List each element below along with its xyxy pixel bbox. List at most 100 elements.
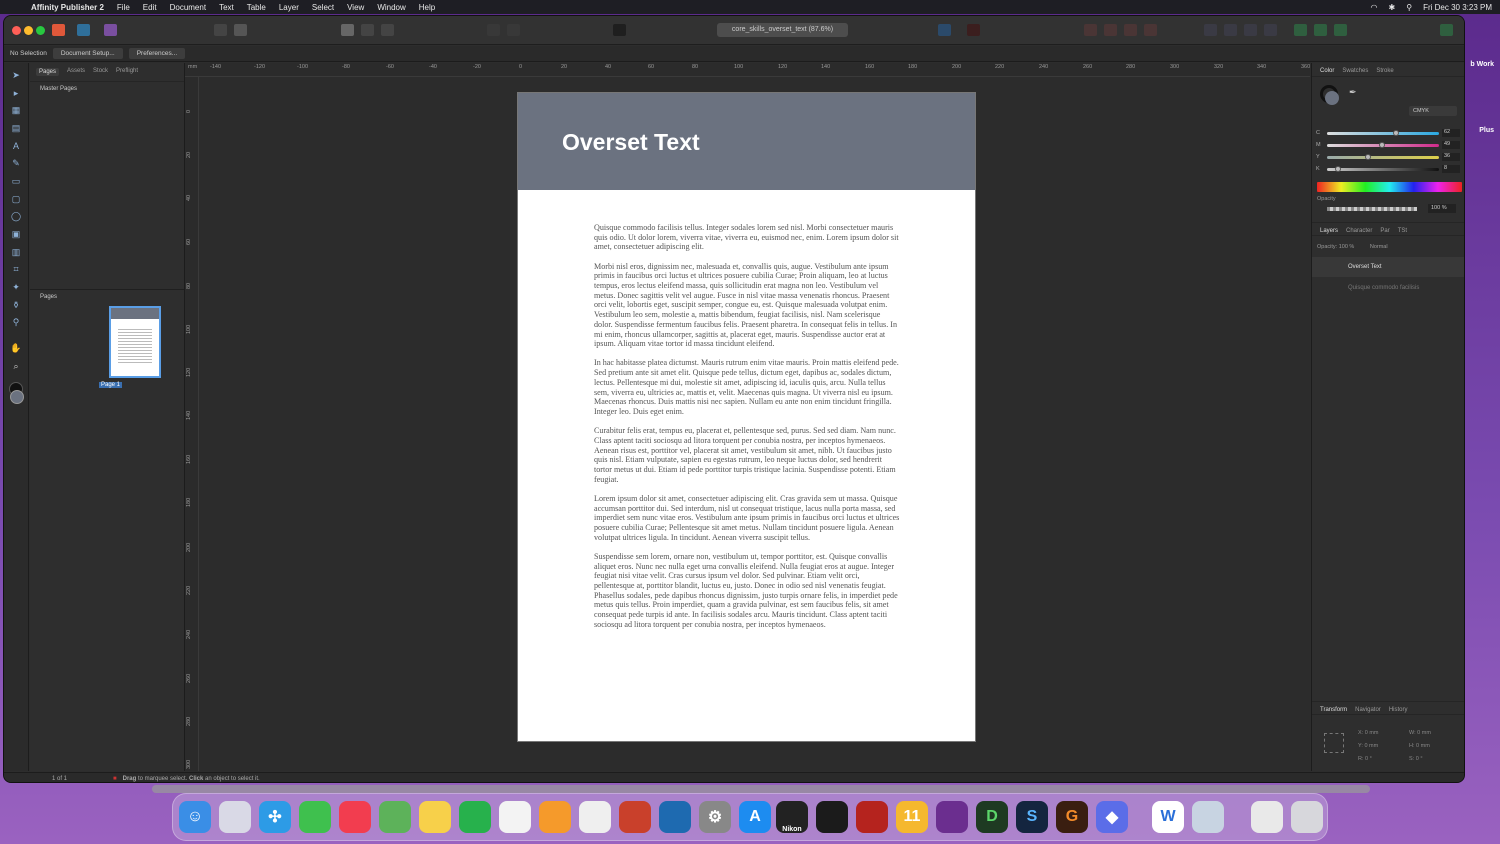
opacity-slider[interactable]	[1327, 207, 1417, 211]
designer-persona-icon[interactable]	[77, 24, 90, 36]
rotate-icon[interactable]	[1264, 24, 1277, 36]
snapping-icon[interactable]	[967, 24, 980, 36]
menu-file[interactable]: File	[117, 3, 130, 12]
view-mode-icon[interactable]	[361, 24, 374, 36]
boolean-icon[interactable]	[1334, 24, 1347, 36]
fill-color-icon[interactable]	[10, 390, 24, 404]
move-tool-icon[interactable]: ➤	[9, 69, 23, 81]
menu-help[interactable]: Help	[419, 3, 435, 12]
affinity-photo-icon[interactable]	[936, 801, 968, 833]
magenta-value[interactable]: 49	[1442, 141, 1460, 149]
flip-icon[interactable]	[1204, 24, 1217, 36]
node-tool-icon[interactable]: ▸	[9, 87, 23, 99]
frame-text-tool-icon[interactable]: ▤	[9, 122, 23, 134]
menu-text[interactable]: Text	[219, 3, 234, 12]
nikon-icon[interactable]: Nikon	[776, 801, 808, 833]
app-store-icon[interactable]: A	[739, 801, 771, 833]
horizontal-ruler[interactable]: mm -140 -120 -100 -80 -60 -40 -20 0 20 4…	[185, 63, 1310, 77]
rotate-icon[interactable]	[1224, 24, 1237, 36]
image-tool-icon[interactable]: ▣	[9, 228, 23, 240]
y-field[interactable]: 0 mm	[1364, 743, 1378, 749]
tab-text-styles[interactable]: TSt	[1398, 228, 1407, 234]
g-icon[interactable]: G	[1056, 801, 1088, 833]
clock[interactable]: Fri Dec 30 3:23 PM	[1423, 3, 1492, 12]
color-spectrum[interactable]	[1317, 182, 1462, 192]
tab-character[interactable]: Character	[1346, 228, 1372, 234]
black-value[interactable]: 8	[1442, 165, 1460, 173]
launchpad-icon[interactable]	[219, 801, 251, 833]
affinity-designer-icon[interactable]	[659, 801, 691, 833]
messages-icon[interactable]	[299, 801, 331, 833]
pin-icon[interactable]	[507, 24, 520, 36]
pages-section[interactable]: Pages	[30, 290, 184, 304]
arrange-icon[interactable]	[1124, 24, 1137, 36]
menu-layer[interactable]: Layer	[279, 3, 299, 12]
menu-view[interactable]: View	[347, 3, 364, 12]
picture-frame-icon[interactable]: ▢	[9, 193, 23, 205]
body-text-frame[interactable]: Quisque commodo facilisis tellus. Intege…	[594, 223, 900, 639]
magenta-slider[interactable]	[1327, 142, 1439, 148]
magenta-slider-knob[interactable]	[1378, 142, 1385, 148]
user-icon[interactable]	[1440, 24, 1453, 36]
document-page[interactable]: Overset Text Quisque commodo facilisis t…	[517, 92, 976, 742]
zoom-window-button[interactable]	[36, 26, 45, 35]
cyan-slider[interactable]	[1327, 130, 1439, 136]
tab-assets[interactable]: Assets	[67, 68, 85, 76]
numbers-icon[interactable]	[459, 801, 491, 833]
yellow-value[interactable]: 36	[1442, 153, 1460, 161]
tab-color[interactable]: Color	[1320, 68, 1334, 74]
tab-transform[interactable]: Transform	[1320, 707, 1347, 713]
text-frame-icon[interactable]	[938, 24, 951, 36]
d-icon[interactable]: D	[976, 801, 1008, 833]
crop-tool-icon[interactable]: ⌗	[9, 263, 23, 275]
news-icon[interactable]	[339, 801, 371, 833]
davinci-icon[interactable]	[816, 801, 848, 833]
eleven-icon[interactable]: 11	[896, 801, 928, 833]
layer-name[interactable]: Overset Text	[1348, 264, 1382, 270]
preferences-button[interactable]: Preferences...	[128, 48, 186, 59]
menu-table[interactable]: Table	[247, 3, 266, 12]
tab-paragraph[interactable]: Par	[1380, 228, 1389, 234]
preview-icon[interactable]	[1192, 801, 1224, 833]
app-menu[interactable]: Affinity Publisher 2	[31, 3, 104, 12]
safari-icon[interactable]: ✣	[259, 801, 291, 833]
zoom-tool-icon[interactable]: ⌕	[9, 360, 23, 372]
width-field[interactable]: 0 mm	[1417, 730, 1431, 736]
yellow-slider[interactable]	[1327, 154, 1439, 160]
error-icon[interactable]: ■	[113, 776, 117, 782]
color-model-select[interactable]: CMYK	[1409, 106, 1457, 116]
layer-row[interactable]: Overset Text	[1312, 257, 1464, 277]
s-icon[interactable]: S	[1016, 801, 1048, 833]
artistic-text-tool-icon[interactable]: A	[9, 140, 23, 152]
tab-pages[interactable]: Pages	[36, 68, 60, 76]
documents-icon[interactable]	[1251, 801, 1283, 833]
publisher-persona-icon[interactable]	[52, 24, 65, 36]
page-thumbnail[interactable]	[109, 306, 161, 378]
tab-navigator[interactable]: Navigator	[1355, 707, 1381, 713]
table-tool-icon[interactable]: ▦	[9, 104, 23, 116]
document-setup-button[interactable]: Document Setup...	[52, 48, 123, 59]
search-icon[interactable]: ⚲	[1406, 3, 1412, 12]
cyan-value[interactable]: 62	[1442, 129, 1460, 137]
black-slider[interactable]	[1327, 166, 1439, 172]
ellipse-tool-icon[interactable]: ◯	[9, 210, 23, 222]
menu-select[interactable]: Select	[312, 3, 334, 12]
w-icon[interactable]: W	[1152, 801, 1184, 833]
desktop-file-label[interactable]: b Work	[1470, 61, 1494, 68]
reminders-icon[interactable]	[499, 801, 531, 833]
affinity-publisher-icon[interactable]	[619, 801, 651, 833]
vertical-ruler[interactable]: 0 20 40 60 80 100 120 140 160 180 200 22…	[185, 77, 199, 771]
document-title[interactable]: core_skills_overset_text (87.6%)	[717, 23, 848, 37]
tab-stroke[interactable]: Stroke	[1376, 68, 1393, 74]
close-window-button[interactable]	[12, 26, 21, 35]
yellow-slider-knob[interactable]	[1365, 154, 1372, 160]
tab-swatches[interactable]: Swatches	[1342, 68, 1368, 74]
arrange-icon[interactable]	[1144, 24, 1157, 36]
bluetooth-icon[interactable]: ✱	[1389, 3, 1396, 12]
cyan-slider-knob[interactable]	[1392, 130, 1399, 136]
system-settings-icon[interactable]: ⚙	[699, 801, 731, 833]
master-pages-section[interactable]: Master Pages	[30, 82, 184, 96]
eyedropper-icon[interactable]: ✒	[1349, 87, 1357, 98]
arrange-icon[interactable]	[1104, 24, 1117, 36]
boolean-icon[interactable]	[1294, 24, 1307, 36]
